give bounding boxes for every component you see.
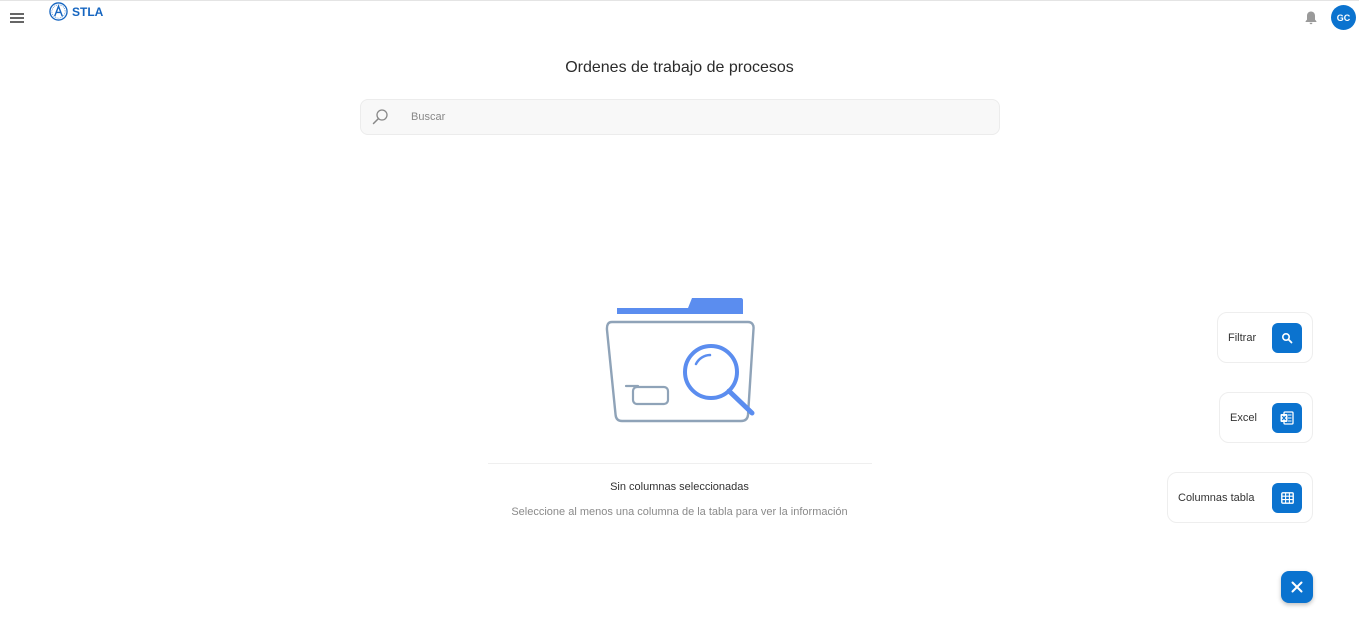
menu-icon-bar (10, 13, 24, 15)
page-title: Ordenes de trabajo de procesos (565, 59, 794, 76)
empty-state-divider (488, 463, 872, 464)
search-input[interactable] (411, 111, 971, 123)
logo-icon (49, 2, 68, 21)
table-columns-label: Columnas tabla (1178, 491, 1255, 504)
menu-icon-bar (10, 17, 24, 19)
table-columns-button[interactable]: Columnas tabla (1167, 472, 1313, 523)
empty-state-subtitle: Seleccione al menos una columna de la ta… (511, 506, 848, 518)
empty-state-title: Sin columnas seleccionadas (610, 481, 749, 493)
user-avatar[interactable]: GC (1331, 5, 1356, 30)
menu-icon-bar (10, 21, 24, 23)
excel-label: Excel (1230, 411, 1257, 424)
search-icon (372, 109, 388, 125)
bell-icon[interactable] (1304, 10, 1318, 25)
search-bar[interactable] (360, 99, 1000, 135)
excel-icon (1272, 402, 1302, 433)
search-icon (1272, 322, 1302, 353)
close-actions-button[interactable] (1281, 571, 1313, 603)
table-icon (1272, 482, 1302, 513)
menu-button[interactable] (10, 13, 24, 25)
folder-search-illustration (605, 298, 755, 423)
close-icon (1291, 581, 1303, 593)
brand-name: STLA (72, 4, 104, 19)
top-border (0, 0, 1359, 1)
brand-logo[interactable]: STLA (49, 2, 103, 21)
excel-button[interactable]: Excel (1219, 392, 1313, 443)
filter-label: Filtrar (1228, 331, 1257, 344)
filter-button[interactable]: Filtrar (1217, 312, 1313, 363)
